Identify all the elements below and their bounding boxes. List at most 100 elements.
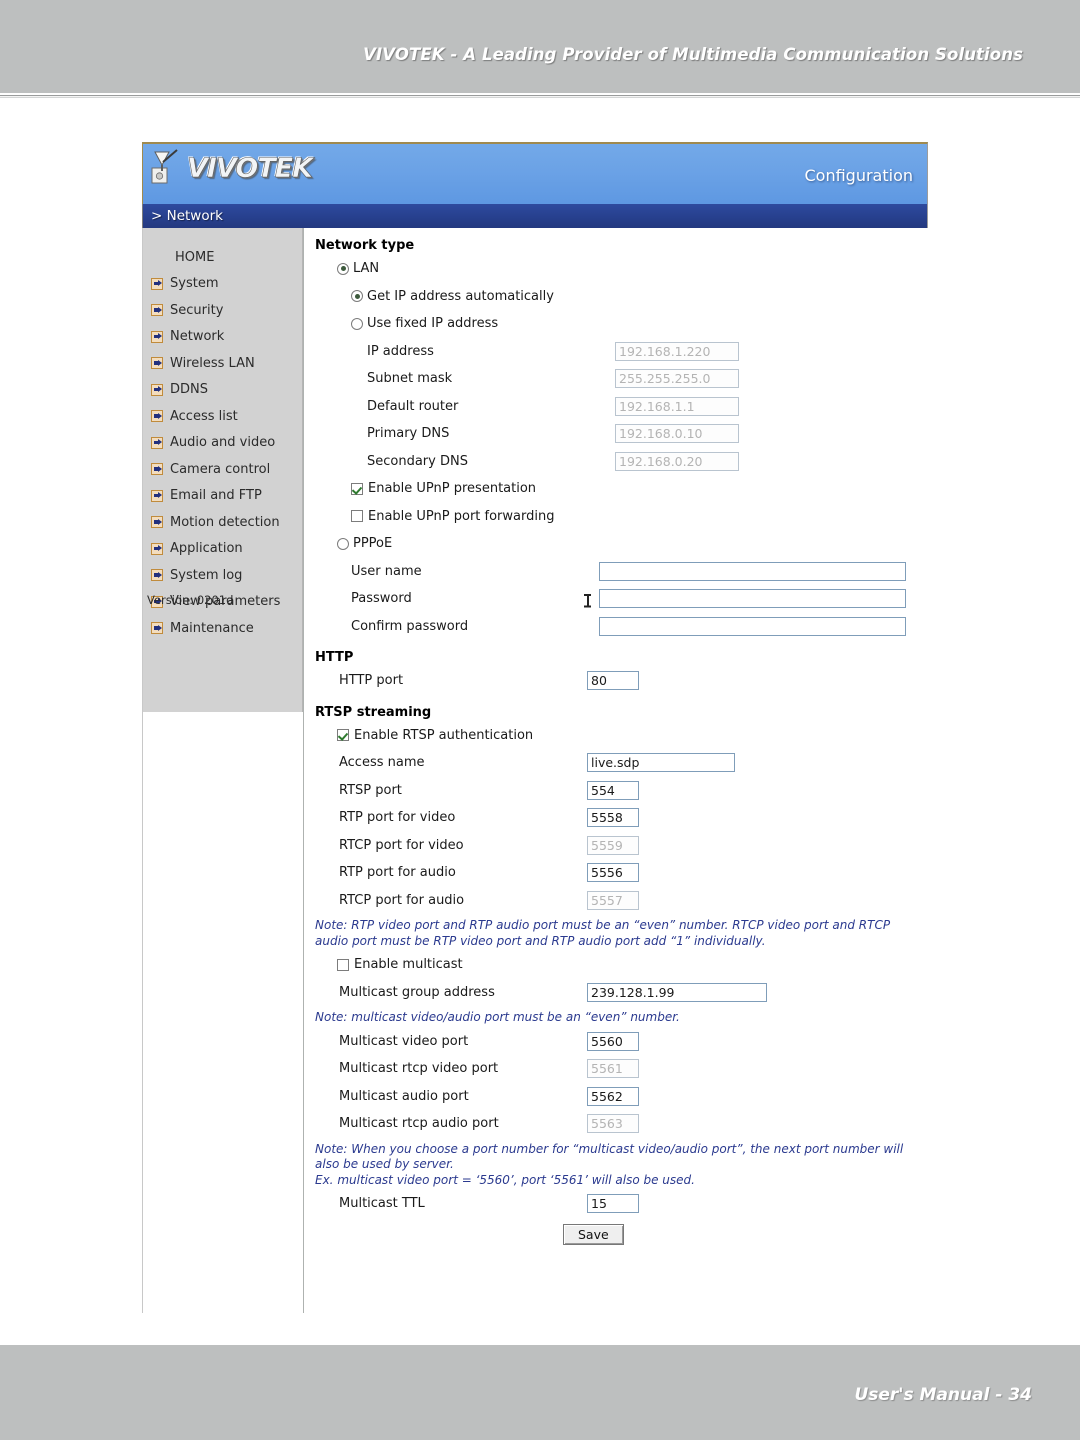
window-body: HOME System Security Network Wireless LA… <box>142 228 928 1313</box>
sidebar-item-label: Motion detection <box>170 514 280 530</box>
label-multicast-group-address: Multicast group address <box>339 984 495 1000</box>
arrow-right-icon <box>151 542 163 555</box>
field-row-multicast-rtcp-video-port: Multicast rtcp video port <box>315 1055 927 1083</box>
arrow-right-icon <box>151 277 163 290</box>
sidebar-item-home[interactable]: HOME <box>143 244 302 271</box>
sidebar-item-application[interactable]: Application <box>143 536 302 563</box>
checkbox-row-upnp-presentation[interactable]: Enable UPnP presentation <box>315 475 927 503</box>
radio-pppoe[interactable] <box>337 537 349 550</box>
field-row-http-port: HTTP port <box>315 667 927 695</box>
rtcp-port-audio-input[interactable] <box>587 890 639 910</box>
sidebar-item-motion-detection[interactable]: Motion detection <box>143 509 302 536</box>
arrow-right-icon <box>151 622 163 635</box>
field-row-multicast-group-address: Multicast group address <box>315 979 927 1007</box>
brand-wordmark: VIVOTEK <box>187 152 314 184</box>
pppoe-username-input[interactable] <box>599 561 906 581</box>
field-row-rtcp-port-audio: RTCP port for audio <box>315 887 927 915</box>
breadcrumb-bar: > Network <box>142 204 928 228</box>
multicast-video-port-input[interactable] <box>587 1031 639 1051</box>
sidebar-item-email-and-ftp[interactable]: Email and FTP <box>143 483 302 510</box>
rtcp-port-video-input[interactable] <box>587 835 639 855</box>
note-rtp-even-ports: Note: RTP video port and RTP audio port … <box>315 918 891 948</box>
checkbox-rtsp-authentication[interactable] <box>337 729 349 742</box>
label-pppoe-password: Password <box>351 591 412 607</box>
label-rtcp-port-audio: RTCP port for audio <box>339 892 465 908</box>
header-divider <box>0 95 1080 98</box>
primary-dns-input[interactable] <box>615 424 739 444</box>
arrow-right-icon <box>151 463 163 476</box>
sidebar-item-access-list[interactable]: Access list <box>143 403 302 430</box>
sidebar-item-ddns[interactable]: DDNS <box>143 377 302 404</box>
field-row-subnet-mask: Subnet mask <box>315 365 927 393</box>
checkbox-row-enable-multicast[interactable]: Enable multicast <box>315 951 927 979</box>
radio-use-fixed-ip-label: Use fixed IP address <box>367 316 499 332</box>
rtp-port-audio-input[interactable] <box>587 863 639 883</box>
rtp-port-video-input[interactable] <box>587 808 639 828</box>
field-row-pppoe-username: User name <box>315 558 927 586</box>
label-multicast-rtcp-audio-port: Multicast rtcp audio port <box>339 1116 499 1132</box>
field-row-multicast-ttl: Multicast TTL <box>315 1190 927 1218</box>
radio-row-lan[interactable]: LAN <box>315 255 927 283</box>
subnet-mask-input[interactable] <box>615 369 739 389</box>
http-port-input[interactable] <box>587 671 639 691</box>
multicast-ttl-input[interactable] <box>587 1194 639 1214</box>
sidebar-item-label: Access list <box>170 408 238 424</box>
sidebar-menu: HOME System Security Network Wireless LA… <box>143 228 302 642</box>
arrow-right-icon <box>151 357 163 370</box>
arrow-right-icon <box>151 330 163 343</box>
pppoe-confirm-password-input[interactable] <box>599 616 906 636</box>
sidebar-item-wireless-lan[interactable]: Wireless LAN <box>143 350 302 377</box>
sidebar-item-label: Email and FTP <box>170 488 262 504</box>
label-rtcp-port-video: RTCP port for video <box>339 837 464 853</box>
label-primary-dns: Primary DNS <box>367 426 450 442</box>
checkbox-upnp-port-forwarding[interactable] <box>351 510 363 523</box>
radio-get-ip-automatically-label: Get IP address automatically <box>367 288 554 304</box>
sidebar-item-label: Application <box>170 541 243 557</box>
checkbox-enable-multicast[interactable] <box>337 958 349 971</box>
default-router-input[interactable] <box>615 396 739 416</box>
sidebar-item-maintenance[interactable]: Maintenance <box>143 615 302 642</box>
rtsp-port-input[interactable] <box>587 780 639 800</box>
sidebar-item-system[interactable]: System <box>143 271 302 298</box>
ip-address-input[interactable] <box>615 341 739 361</box>
field-row-pppoe-password: Password <box>315 585 927 613</box>
vivotek-logo-icon <box>149 148 183 188</box>
page-footer-title: User's Manual - 34 <box>854 1385 1032 1405</box>
multicast-rtcp-audio-port-input[interactable] <box>587 1114 639 1134</box>
save-button[interactable]: Save <box>563 1223 624 1245</box>
sidebar-item-label: Camera control <box>170 461 271 477</box>
multicast-rtcp-video-port-input[interactable] <box>587 1059 639 1079</box>
multicast-group-address-input[interactable] <box>587 982 767 1002</box>
radio-row-pppoe[interactable]: PPPoE <box>315 530 927 558</box>
radio-row-use-fixed-ip[interactable]: Use fixed IP address <box>315 310 927 338</box>
access-name-input[interactable] <box>587 753 735 773</box>
pppoe-password-input[interactable] <box>599 589 906 609</box>
field-row-rtp-port-audio: RTP port for audio <box>315 859 927 887</box>
radio-get-ip-automatically[interactable] <box>351 290 363 303</box>
sidebar-item-audio-and-video[interactable]: Audio and video <box>143 430 302 457</box>
page-header-title: VIVOTEK - A Leading Provider of Multimed… <box>363 45 1023 64</box>
radio-use-fixed-ip[interactable] <box>351 317 363 330</box>
sidebar-item-network[interactable]: Network <box>143 324 302 351</box>
label-ip-address: IP address <box>367 343 434 359</box>
sidebar-item-camera-control[interactable]: Camera control <box>143 456 302 483</box>
checkbox-row-upnp-port-forwarding[interactable]: Enable UPnP port forwarding <box>315 503 927 531</box>
sidebar-divider <box>303 228 304 1313</box>
label-multicast-rtcp-video-port: Multicast rtcp video port <box>339 1061 499 1077</box>
arrow-right-icon <box>151 304 163 317</box>
checkbox-upnp-presentation[interactable] <box>351 482 363 495</box>
sidebar-item-label: Network <box>170 329 225 345</box>
configuration-label: Configuration <box>804 166 913 185</box>
sidebar: HOME System Security Network Wireless LA… <box>143 228 303 712</box>
sidebar-item-system-log[interactable]: System log <box>143 562 302 589</box>
radio-row-get-ip-auto[interactable]: Get IP address automatically <box>315 283 927 311</box>
radio-lan[interactable] <box>337 262 349 275</box>
multicast-audio-port-input[interactable] <box>587 1086 639 1106</box>
arrow-right-icon <box>151 516 163 529</box>
sidebar-item-label: Maintenance <box>170 620 254 636</box>
label-multicast-video-port: Multicast video port <box>339 1033 469 1049</box>
secondary-dns-input[interactable] <box>615 451 739 471</box>
section-title-http: HTTP <box>315 650 354 665</box>
sidebar-item-security[interactable]: Security <box>143 297 302 324</box>
checkbox-row-rtsp-authentication[interactable]: Enable RTSP authentication <box>315 722 927 750</box>
